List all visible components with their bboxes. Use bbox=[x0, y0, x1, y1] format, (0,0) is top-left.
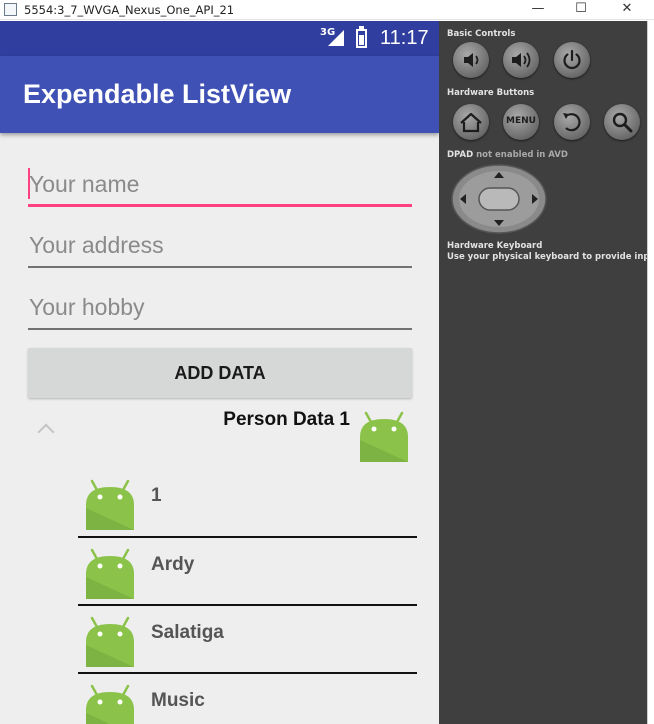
group-label: Person Data 1 bbox=[223, 409, 350, 430]
search-button[interactable] bbox=[604, 104, 640, 140]
home-icon bbox=[460, 112, 482, 133]
menu-button[interactable]: MENU bbox=[503, 104, 539, 140]
android-icon bbox=[83, 478, 137, 532]
signal-icon bbox=[328, 30, 344, 46]
dpad-title: DPAD bbox=[447, 150, 474, 160]
close-button[interactable]: ✕ bbox=[604, 0, 650, 20]
battery-icon bbox=[356, 26, 367, 48]
hobby-input[interactable]: Your hobby bbox=[28, 288, 412, 330]
android-icon bbox=[83, 615, 137, 669]
hardware-buttons-label: Hardware Buttons bbox=[447, 88, 535, 98]
chevron-up-icon[interactable] bbox=[37, 423, 55, 441]
volume-up-icon bbox=[512, 52, 531, 68]
app-window-icon bbox=[4, 3, 17, 16]
android-icon bbox=[83, 547, 137, 601]
address-input[interactable]: Your address bbox=[28, 226, 412, 268]
hobby-placeholder: Your hobby bbox=[29, 294, 145, 320]
app-bar: Expendable ListView bbox=[0, 56, 439, 133]
volume-up-button[interactable] bbox=[503, 42, 539, 78]
name-input[interactable]: Your name bbox=[28, 165, 412, 207]
volume-down-button[interactable] bbox=[453, 42, 489, 78]
minimize-button[interactable]: — bbox=[515, 0, 561, 20]
dpad-note: not enabled in AVD bbox=[476, 150, 568, 160]
dpad-label: DPAD not enabled in AVD bbox=[447, 150, 568, 160]
android-icon bbox=[83, 683, 137, 724]
power-button[interactable] bbox=[554, 42, 590, 78]
child-row-2[interactable]: Ardy bbox=[0, 538, 439, 606]
menu-button-label: MENU bbox=[506, 116, 536, 126]
text-cursor bbox=[28, 168, 30, 199]
emulator-control-panel: Basic Controls Hardware Buttons MENU DPA… bbox=[439, 21, 654, 724]
back-icon bbox=[563, 113, 581, 132]
window-right-edge bbox=[647, 21, 654, 724]
window-title-bar: 5554:3_7_WVGA_Nexus_One_API_21 — ☐ ✕ bbox=[0, 0, 654, 20]
address-underline bbox=[28, 266, 412, 268]
keyboard-note: Use your physical keyboard to provide in… bbox=[447, 252, 654, 262]
home-button[interactable] bbox=[453, 104, 489, 140]
phone-screen: 3G 11:17 Expendable ListView Your name Y… bbox=[0, 21, 439, 724]
list-group-person-data-1[interactable]: Person Data 1 bbox=[0, 406, 439, 466]
hardware-keyboard-label: Hardware Keyboard bbox=[447, 241, 543, 251]
address-placeholder: Your address bbox=[29, 232, 164, 258]
name-underline bbox=[28, 204, 412, 207]
android-icon bbox=[357, 410, 411, 464]
dpad-icon bbox=[451, 164, 547, 234]
app-title: Expendable ListView bbox=[23, 79, 292, 109]
window-title: 5554:3_7_WVGA_Nexus_One_API_21 bbox=[24, 3, 235, 17]
child-row-3[interactable]: Salatiga bbox=[0, 606, 439, 674]
status-bar: 3G 11:17 bbox=[0, 21, 439, 56]
name-placeholder: Your name bbox=[29, 171, 140, 197]
volume-down-icon bbox=[464, 53, 479, 67]
maximize-button[interactable]: ☐ bbox=[558, 0, 604, 20]
dpad-control[interactable] bbox=[451, 164, 547, 234]
child-text: Ardy bbox=[151, 554, 195, 575]
back-button[interactable] bbox=[554, 104, 590, 140]
child-text: Music bbox=[151, 690, 205, 711]
child-row-1[interactable]: 1 bbox=[0, 469, 439, 537]
add-data-button[interactable]: ADD DATA bbox=[28, 348, 412, 398]
child-row-4[interactable]: Music bbox=[0, 674, 439, 724]
child-text: Salatiga bbox=[151, 622, 224, 643]
hobby-underline bbox=[28, 328, 412, 330]
power-icon bbox=[563, 49, 581, 70]
basic-controls-label: Basic Controls bbox=[447, 29, 516, 39]
status-time: 11:17 bbox=[380, 27, 429, 49]
search-icon bbox=[612, 112, 633, 133]
child-text: 1 bbox=[151, 485, 162, 506]
